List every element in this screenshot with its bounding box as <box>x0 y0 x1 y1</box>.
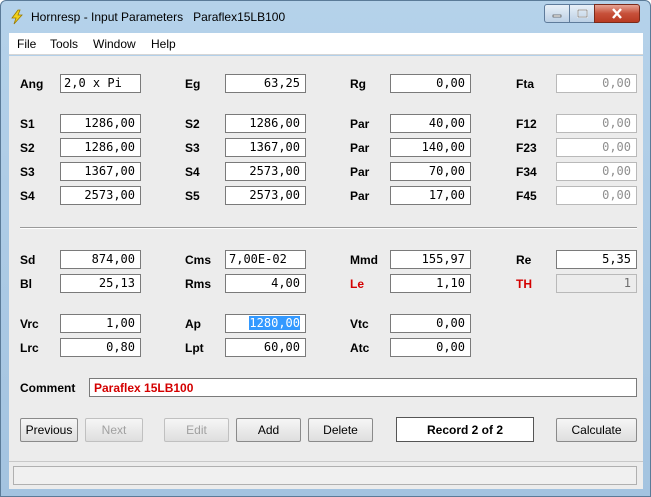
atc-label: Atc <box>350 341 370 355</box>
rms-label: Rms <box>185 277 212 291</box>
maximize-icon <box>576 9 588 18</box>
par2-field[interactable]: 140,00 <box>390 138 471 157</box>
sd-label: Sd <box>20 253 36 267</box>
menu-help[interactable]: Help <box>151 37 176 51</box>
f23-label: F23 <box>516 141 537 155</box>
status-bar <box>9 461 643 489</box>
bl-field[interactable]: 25,13 <box>60 274 141 293</box>
f12-label: F12 <box>516 117 537 131</box>
s4-label: S4 <box>185 165 200 179</box>
ap-label: Ap <box>185 317 201 331</box>
cms-field[interactable]: 7,00E-02 <box>225 250 306 269</box>
lpt-field[interactable]: 60,00 <box>225 338 306 357</box>
edit-button[interactable]: Edit <box>164 418 229 442</box>
parameters-panel: Ang 2,0 x Pi Eg 63,25 Rg 0,00 Fta 0,00 S… <box>9 56 643 461</box>
s5-label: S5 <box>185 189 200 203</box>
s5-field[interactable]: 2573,00 <box>225 186 306 205</box>
vtc-label: Vtc <box>350 317 369 331</box>
f23-field[interactable]: 0,00 <box>556 138 637 157</box>
mmd-field[interactable]: 155,97 <box>390 250 471 269</box>
record-counter: Record 2 of 2 <box>396 417 534 442</box>
app-window: Hornresp - Input Parameters Paraflex15LB… <box>0 0 651 497</box>
vrc-field[interactable]: 1,00 <box>60 314 141 333</box>
par2-label: Par <box>350 141 370 155</box>
f45-field[interactable]: 0,00 <box>556 186 637 205</box>
s2-field[interactable]: 1286,00 <box>225 114 306 133</box>
previous-button[interactable]: Previous <box>20 418 78 442</box>
s3-label: S3 <box>185 141 200 155</box>
s4-row-label: S4 <box>20 189 35 203</box>
lrc-label: Lrc <box>20 341 39 355</box>
minimize-button[interactable] <box>544 4 570 23</box>
rg-label: Rg <box>350 77 366 91</box>
par4-field[interactable]: 17,00 <box>390 186 471 205</box>
comment-field[interactable]: Paraflex 15LB100 <box>89 378 637 397</box>
minimize-icon <box>552 14 562 17</box>
ap-selected-text: 1280,00 <box>249 316 300 330</box>
le-label: Le <box>350 277 365 291</box>
s3-row-field[interactable]: 1367,00 <box>60 162 141 181</box>
calculate-button[interactable]: Calculate <box>556 418 637 442</box>
s4-row-field[interactable]: 2573,00 <box>60 186 141 205</box>
par1-field[interactable]: 40,00 <box>390 114 471 133</box>
maximize-button[interactable] <box>569 4 595 23</box>
s4-field[interactable]: 2573,00 <box>225 162 306 181</box>
vrc-label: Vrc <box>20 317 39 331</box>
fta-label: Fta <box>516 77 534 91</box>
f34-label: F34 <box>516 165 537 179</box>
f12-field[interactable]: 0,00 <box>556 114 637 133</box>
menu-tools[interactable]: Tools <box>50 37 78 51</box>
sd-field[interactable]: 874,00 <box>60 250 141 269</box>
eg-label: Eg <box>185 77 201 91</box>
ang-label: Ang <box>20 77 44 91</box>
re-label: Re <box>516 253 532 267</box>
s2-row-field[interactable]: 1286,00 <box>60 138 141 157</box>
th-label: TH <box>516 277 532 291</box>
vtc-field[interactable]: 0,00 <box>390 314 471 333</box>
close-icon <box>612 8 622 19</box>
atc-field[interactable]: 0,00 <box>390 338 471 357</box>
add-button[interactable]: Add <box>236 418 301 442</box>
lrc-field[interactable]: 0,80 <box>60 338 141 357</box>
close-button[interactable] <box>594 4 640 23</box>
f45-label: F45 <box>516 189 537 203</box>
par1-label: Par <box>350 117 370 131</box>
f34-field[interactable]: 0,00 <box>556 162 637 181</box>
par4-label: Par <box>350 189 370 203</box>
rms-field[interactable]: 4,00 <box>225 274 306 293</box>
s2-label: S2 <box>185 117 200 131</box>
comment-label: Comment <box>20 381 76 395</box>
s3-field[interactable]: 1367,00 <box>225 138 306 157</box>
fta-field[interactable]: 0,00 <box>556 74 637 93</box>
s3-row-label: S3 <box>20 165 35 179</box>
delete-button[interactable]: Delete <box>308 418 373 442</box>
th-field[interactable]: 1 <box>556 274 637 293</box>
bl-label: Bl <box>20 277 32 291</box>
menu-window[interactable]: Window <box>93 37 136 51</box>
ang-field[interactable]: 2,0 x Pi <box>60 74 141 93</box>
ap-field[interactable]: 1280,00 <box>225 314 306 333</box>
title-bar[interactable]: Hornresp - Input Parameters Paraflex15LB… <box>1 1 650 33</box>
menu-file[interactable]: File <box>17 37 36 51</box>
lightning-icon <box>11 9 23 25</box>
rg-field[interactable]: 0,00 <box>390 74 471 93</box>
window-title: Hornresp - Input Parameters Paraflex15LB… <box>31 10 286 24</box>
eg-field[interactable]: 63,25 <box>225 74 306 93</box>
s1-label: S1 <box>20 117 35 131</box>
s2-row-label: S2 <box>20 141 35 155</box>
par3-field[interactable]: 70,00 <box>390 162 471 181</box>
next-button[interactable]: Next <box>85 418 143 442</box>
re-field[interactable]: 5,35 <box>556 250 637 269</box>
mmd-label: Mmd <box>350 253 378 267</box>
lpt-label: Lpt <box>185 341 204 355</box>
status-panel <box>13 466 637 485</box>
le-field[interactable]: 1,10 <box>390 274 471 293</box>
cms-label: Cms <box>185 253 212 267</box>
menu-bar: File Tools Window Help <box>9 33 643 55</box>
s1-field[interactable]: 1286,00 <box>60 114 141 133</box>
section-divider <box>20 227 637 229</box>
par3-label: Par <box>350 165 370 179</box>
